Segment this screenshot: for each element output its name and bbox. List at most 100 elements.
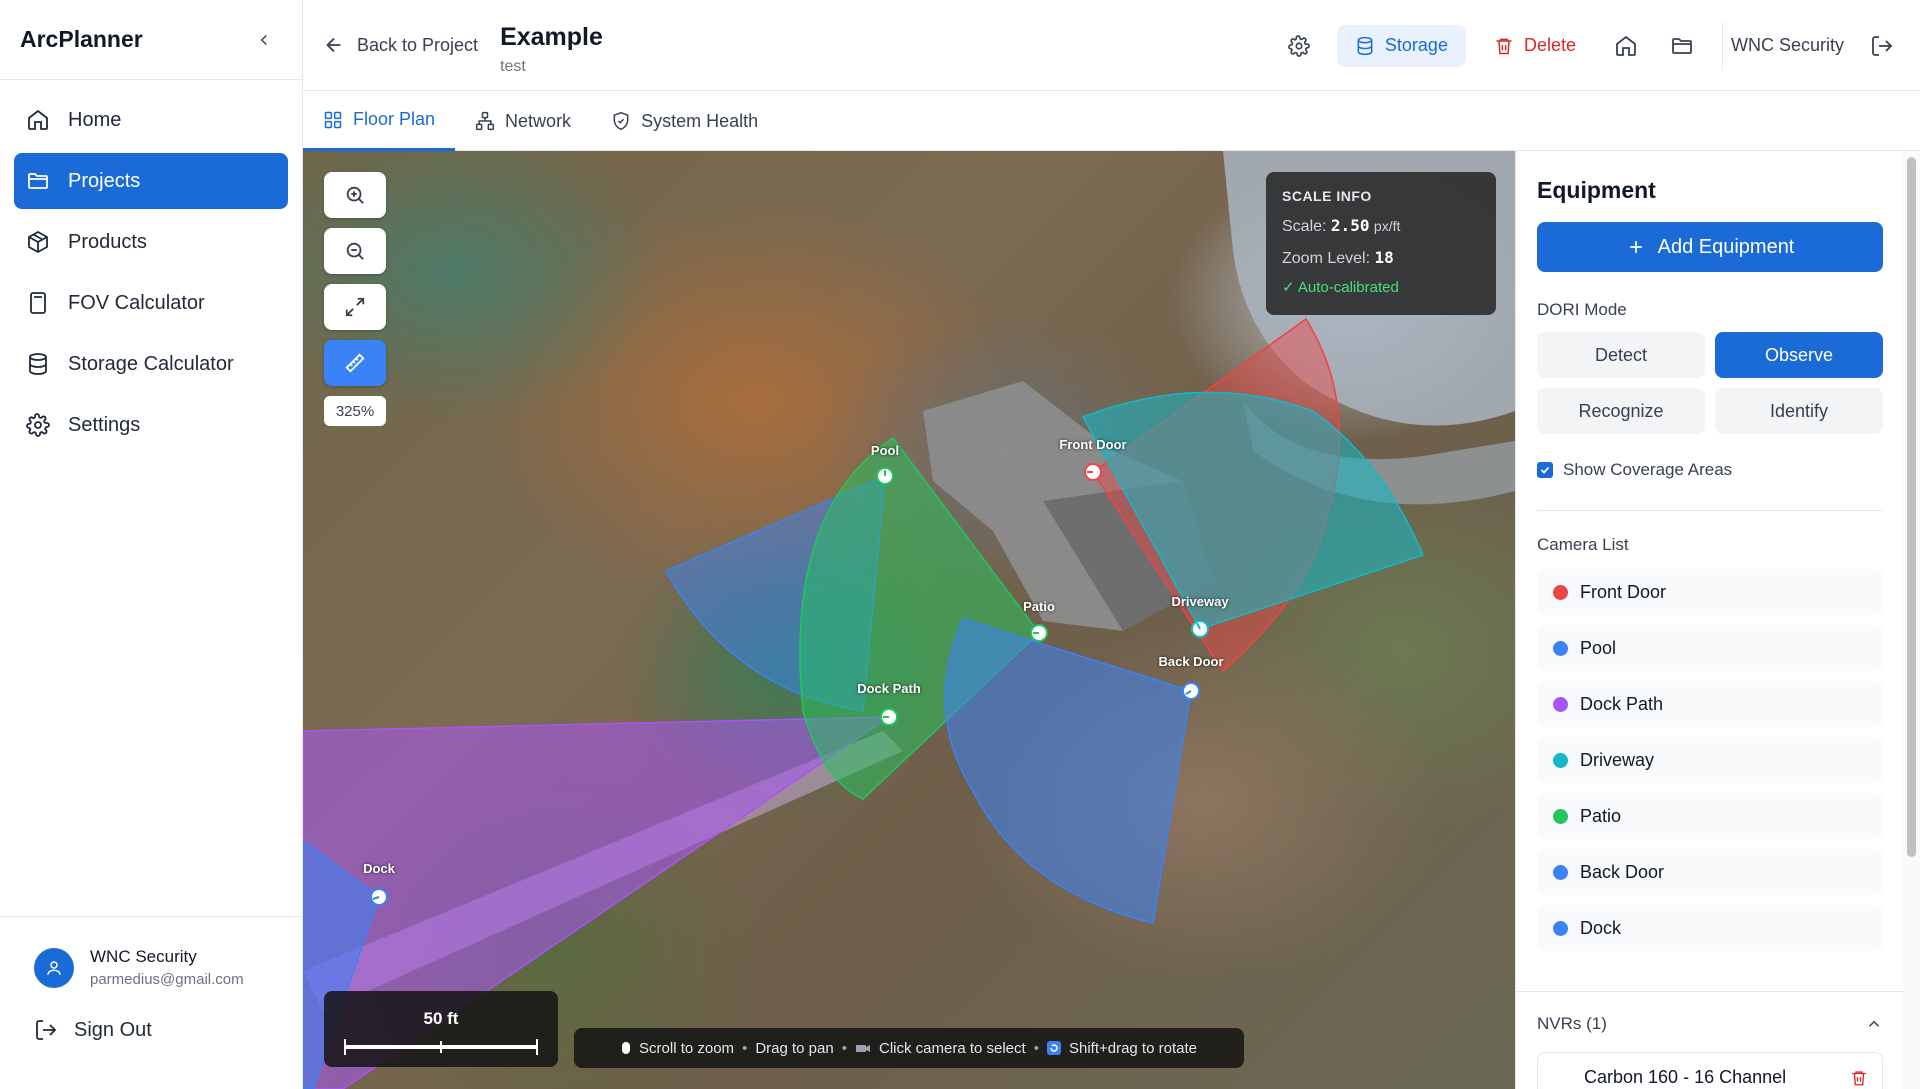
page-subtitle: test <box>500 57 526 75</box>
sign-out-button[interactable]: Sign Out <box>0 988 302 1042</box>
tab-network[interactable]: Network <box>455 91 591 151</box>
camera-color-dot <box>1553 752 1568 768</box>
sidebar-item-fov-calculator[interactable]: FOV Calculator <box>14 275 288 331</box>
dori-identify-button[interactable]: Identify <box>1715 388 1883 434</box>
tab-system-health[interactable]: System Health <box>591 91 778 151</box>
fit-to-screen-button[interactable] <box>324 284 386 330</box>
scale-unit: px/ft <box>1373 218 1401 234</box>
camera-item-dock-path[interactable]: Dock Path <box>1537 681 1883 727</box>
dori-observe-button[interactable]: Observe <box>1715 332 1883 378</box>
camera-marker-back-door[interactable] <box>1182 682 1200 700</box>
camera-item-patio[interactable]: Patio <box>1537 793 1883 839</box>
top-header: Back to Project Example test Storage Del… <box>303 0 1920 91</box>
camera-marker-dock[interactable] <box>370 888 388 906</box>
equipment-panel: Equipment Add Equipment DORI Mode Detect… <box>1515 151 1920 1089</box>
camera-label-patio: Patio <box>1023 599 1055 614</box>
folder-open-icon <box>1672 37 1692 54</box>
nvr-card[interactable]: Carbon 160 - 16 Channel <box>1537 1052 1883 1089</box>
calculator-icon <box>30 292 46 314</box>
nvr-name: Carbon 160 - 16 Channel <box>1584 1067 1787 1087</box>
company-name: WNC Security <box>1730 35 1844 55</box>
nvr-section-toggle[interactable]: NVRs (1) <box>1537 1014 1883 1034</box>
dori-recognize-button[interactable]: Recognize <box>1537 388 1705 434</box>
camera-marker-dock-path[interactable] <box>880 708 898 726</box>
sidebar-item-home[interactable]: Home <box>14 92 288 148</box>
sidebar-item-products[interactable]: Products <box>14 214 288 270</box>
delete-button[interactable]: Delete <box>1478 25 1592 67</box>
divider <box>1537 510 1883 511</box>
sidebar-footer: WNC Security parmedius@gmail.com Sign Ou… <box>0 916 302 1089</box>
chevron-left-icon <box>260 34 267 45</box>
camera-color-dot <box>1553 696 1568 712</box>
zoom-in-button[interactable] <box>324 172 386 218</box>
camera-name: Front Door <box>1580 581 1667 602</box>
collapse-sidebar-button[interactable] <box>250 26 278 54</box>
camera-name: Dock <box>1580 917 1622 938</box>
scale-label: Scale: <box>1282 218 1327 235</box>
sidebar-item-storage-calculator[interactable]: Storage Calculator <box>14 336 288 392</box>
project-settings-button[interactable] <box>1279 26 1319 66</box>
add-equipment-label: Add Equipment <box>1657 235 1795 258</box>
zoom-out-button[interactable] <box>324 228 386 274</box>
camera-marker-pool[interactable] <box>876 467 894 485</box>
scale-row: Scale: 2.50 px/ft <box>1282 216 1480 236</box>
zoom-row: Zoom Level: 18 <box>1282 248 1480 268</box>
camera-label-pool: Pool <box>870 443 900 458</box>
dori-mode-title: DORI Mode <box>1537 300 1627 319</box>
camera-item-pool[interactable]: Pool <box>1537 625 1883 671</box>
camera-marker-driveway[interactable] <box>1191 620 1209 638</box>
user-icon <box>47 960 61 975</box>
delete-nvr-button[interactable] <box>1850 1069 1868 1089</box>
tab-floor-plan[interactable]: Floor Plan <box>303 91 456 151</box>
camera-list: Front Door Pool Dock Path Driveway Patio… <box>1537 569 1883 951</box>
floor-plan-map[interactable]: Front Door Pool Patio Driveway Back Door… <box>303 151 1515 1089</box>
storage-button[interactable]: Storage <box>1336 24 1466 67</box>
camera-item-driveway[interactable]: Driveway <box>1537 737 1883 783</box>
equipment-title: Equipment <box>1537 177 1656 203</box>
show-coverage-row: Show Coverage Areas <box>1537 460 1883 480</box>
sign-out-label: Sign Out <box>74 1018 152 1041</box>
zoom-out-icon <box>346 242 364 260</box>
panel-scrollbar-thumb[interactable] <box>1907 157 1916 857</box>
measure-tool-button[interactable] <box>324 340 386 386</box>
hint-scroll-zoom: Scroll to zoom <box>639 1039 735 1057</box>
projects-button[interactable] <box>1662 26 1702 66</box>
show-coverage-checkbox[interactable] <box>1537 462 1553 478</box>
grid-icon <box>324 111 342 128</box>
camera-color-dot <box>1553 640 1568 656</box>
camera-item-front-door[interactable]: Front Door <box>1537 569 1883 615</box>
camera-name: Driveway <box>1580 749 1655 770</box>
back-label: Back to Project <box>357 34 479 55</box>
dori-detect-button[interactable]: Detect <box>1537 332 1705 378</box>
user-name: WNC Security <box>90 947 197 966</box>
auto-calibrated-status: ✓ Auto-calibrated <box>1282 279 1399 296</box>
logout-icon <box>1872 35 1893 56</box>
panel-scrollbar-track <box>1903 151 1920 1089</box>
gear-icon <box>26 413 50 437</box>
mouse-icon <box>622 1042 631 1054</box>
home-icon <box>1616 35 1636 56</box>
sidebar-item-label: Products <box>68 230 147 253</box>
sidebar-item-label: FOV Calculator <box>68 291 205 314</box>
camera-marker-front-door[interactable] <box>1084 463 1102 481</box>
trash-icon <box>1496 38 1512 54</box>
hint-separator: • <box>841 1039 847 1057</box>
camera-item-back-door[interactable]: Back Door <box>1537 849 1883 895</box>
home-button[interactable] <box>1606 26 1646 66</box>
back-to-project-button[interactable]: Back to Project <box>323 34 478 56</box>
add-equipment-button[interactable]: Add Equipment <box>1537 222 1883 272</box>
project-title-block: Example test <box>500 23 603 76</box>
user-email: parmedius@gmail.com <box>90 971 244 988</box>
map-hints-bar: Scroll to zoom • Drag to pan • Click cam… <box>574 1028 1244 1068</box>
scale-info-title: SCALE INFO <box>1282 188 1372 204</box>
logout-button[interactable] <box>1862 26 1902 66</box>
app-logo-text: ArcPlanner <box>20 26 143 52</box>
sidebar-item-projects[interactable]: Projects <box>14 153 288 209</box>
header-divider <box>1721 21 1723 70</box>
sidebar-item-settings[interactable]: Settings <box>14 397 288 453</box>
scale-bar-ruler <box>344 1039 538 1055</box>
camera-name: Patio <box>1580 805 1622 826</box>
camera-item-dock[interactable]: Dock <box>1537 905 1883 951</box>
divider <box>1516 991 1904 992</box>
camera-marker-patio[interactable] <box>1030 624 1048 642</box>
